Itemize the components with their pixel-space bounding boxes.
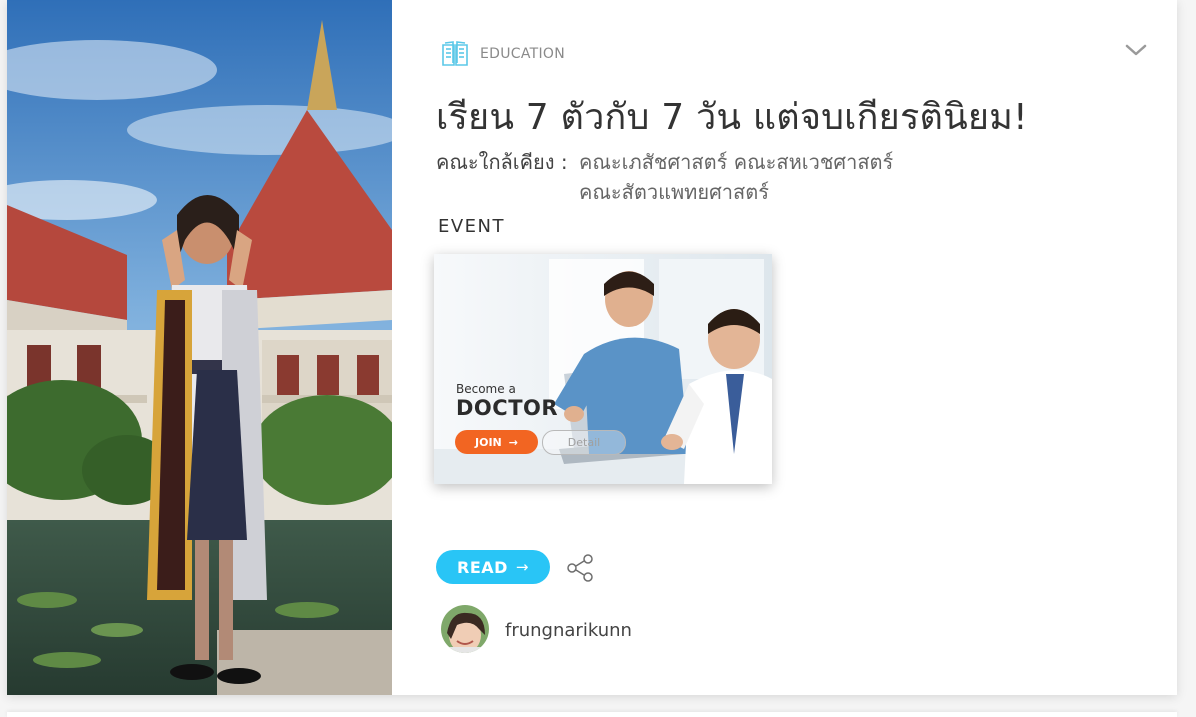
join-button-label: JOIN [475,435,502,449]
read-button-label: READ [457,557,508,577]
join-button[interactable]: JOIN → [455,430,538,454]
author-username[interactable]: frungnarikunn [505,620,632,641]
next-card-edge [7,712,1177,717]
related-faculty-line-1: คณะเภสัชศาสตร์ คณะสหเวชศาสตร์ [579,150,894,174]
article-cover-photo[interactable] [7,0,392,695]
read-button[interactable]: READ → [436,550,550,584]
category-label: EDUCATION [480,46,566,62]
event-section-label: EVENT [438,216,506,237]
banner-tagline: Become a [456,382,516,396]
article-title: เรียน 7 ตัวกับ 7 วัน แต่จบเกียรตินิยม! [436,97,1028,138]
open-book-icon [440,39,470,69]
detail-button[interactable]: Detail [542,430,626,455]
article-card: EDUCATION เรียน 7 ตัวกับ 7 วัน แต่จบเกีย… [7,0,1177,695]
detail-button-label: Detail [567,436,601,449]
related-faculty-label: คณะใกล้เคียง : [436,150,568,174]
event-banner[interactable]: Become a DOCTOR JOIN → Detail [434,254,772,484]
category-tag[interactable]: EDUCATION [440,38,565,70]
share-icon[interactable] [566,553,596,583]
article-content: EDUCATION เรียน 7 ตัวกับ 7 วัน แต่จบเกีย… [392,0,1177,695]
arrow-right-icon: → [508,435,518,449]
avatar[interactable] [441,605,489,653]
related-faculty-line-2: คณะสัตวแพทยศาสตร์ [579,180,769,204]
arrow-right-icon: → [515,558,529,576]
chevron-down-icon[interactable] [1125,42,1147,58]
banner-headline: DOCTOR [456,396,559,420]
